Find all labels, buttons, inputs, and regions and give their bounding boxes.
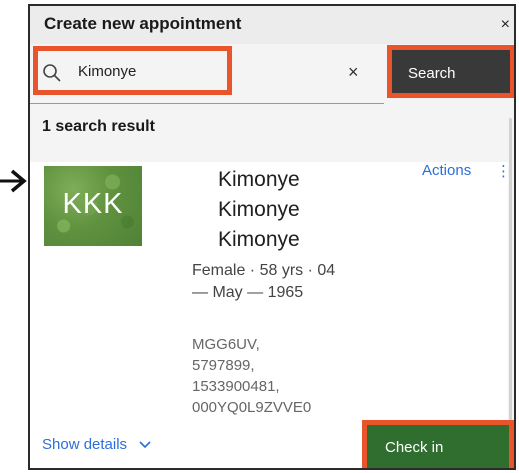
results-count: 1 search result bbox=[42, 118, 155, 135]
check-in-button[interactable]: Check in bbox=[362, 420, 514, 468]
arrow-right-icon bbox=[0, 169, 27, 193]
identifier-line: MGG6UV, bbox=[192, 336, 260, 353]
patient-name-line: Kimonye bbox=[218, 168, 300, 191]
patient-name-line: Kimonye bbox=[218, 228, 300, 251]
screenshot-stage: Create new appointment × Kimonye × Searc… bbox=[0, 0, 519, 473]
patient-identifiers: MGG6UV, 5797899, 1533900481, 000YQ0L9ZVV… bbox=[192, 334, 392, 418]
clear-icon[interactable]: × bbox=[348, 62, 359, 83]
search-field-highlight bbox=[33, 46, 232, 95]
search-row: Kimonye × Search bbox=[30, 44, 514, 104]
search-button[interactable]: Search bbox=[387, 45, 514, 98]
check-in-label: Check in bbox=[385, 439, 444, 456]
identifier-line: 5797899, bbox=[192, 357, 255, 374]
overflow-menu-icon[interactable]: ⋮ bbox=[496, 162, 511, 180]
patient-name-line: Kimonye bbox=[218, 198, 300, 221]
identifier-line: 1533900481, bbox=[192, 378, 280, 395]
chevron-down-icon bbox=[139, 441, 151, 449]
show-details-link[interactable]: Show details bbox=[42, 436, 151, 453]
patient-demographics: Female · 58 yrs · 04 — May — 1965 bbox=[192, 262, 336, 301]
appointment-dialog: Create new appointment × Kimonye × Searc… bbox=[28, 4, 516, 470]
dialog-header: Create new appointment × bbox=[30, 6, 514, 44]
dialog-title: Create new appointment bbox=[44, 14, 242, 33]
avatar-initials: KKK bbox=[62, 188, 124, 220]
actions-link[interactable]: Actions bbox=[422, 162, 471, 179]
patient-card: KKK Kimonye Kimonye Kimonye Female · 58 … bbox=[30, 162, 514, 468]
search-button-label: Search bbox=[408, 65, 456, 82]
results-area: 1 search result KKK Kimonye Kimonye Kimo… bbox=[30, 104, 514, 468]
identifier-line: 000YQ0L9ZVVE0 bbox=[192, 399, 312, 416]
show-details-label: Show details bbox=[42, 436, 128, 453]
close-icon[interactable]: × bbox=[501, 16, 510, 34]
avatar: KKK bbox=[44, 166, 142, 246]
